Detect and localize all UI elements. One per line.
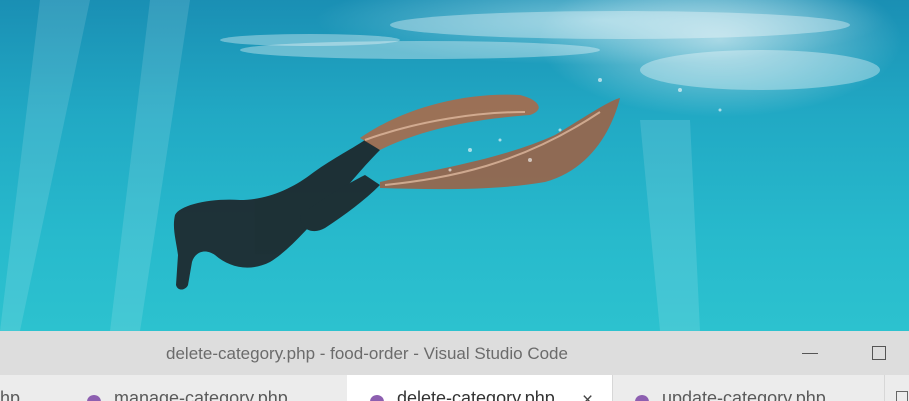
editor-tab-bar: hp manage-category.php delete-category.p… — [0, 375, 909, 401]
tab-label: delete-category.php — [397, 388, 555, 401]
window-titlebar: delete-category.php - food-order - Visua… — [0, 331, 909, 375]
close-icon[interactable]: × — [582, 390, 593, 401]
tab-label: update-category.php — [662, 388, 826, 401]
tab-manage-category[interactable]: manage-category.php — [64, 375, 348, 401]
php-elephant-icon — [87, 395, 101, 401]
desktop-wallpaper — [0, 0, 909, 331]
tab-partial-label[interactable]: hp — [0, 388, 20, 401]
tab-update-category[interactable]: update-category.php — [612, 375, 885, 401]
php-elephant-icon — [370, 395, 384, 401]
php-elephant-icon — [635, 395, 649, 401]
window-title: delete-category.php - food-order - Visua… — [166, 344, 568, 363]
freediver-underwater-image — [0, 0, 880, 331]
tab-delete-category[interactable]: delete-category.php × — [347, 375, 613, 401]
maximize-button[interactable] — [866, 341, 892, 365]
minimize-button[interactable] — [798, 341, 824, 365]
tab-label: manage-category.php — [114, 388, 288, 401]
split-editor-icon[interactable] — [896, 391, 908, 401]
